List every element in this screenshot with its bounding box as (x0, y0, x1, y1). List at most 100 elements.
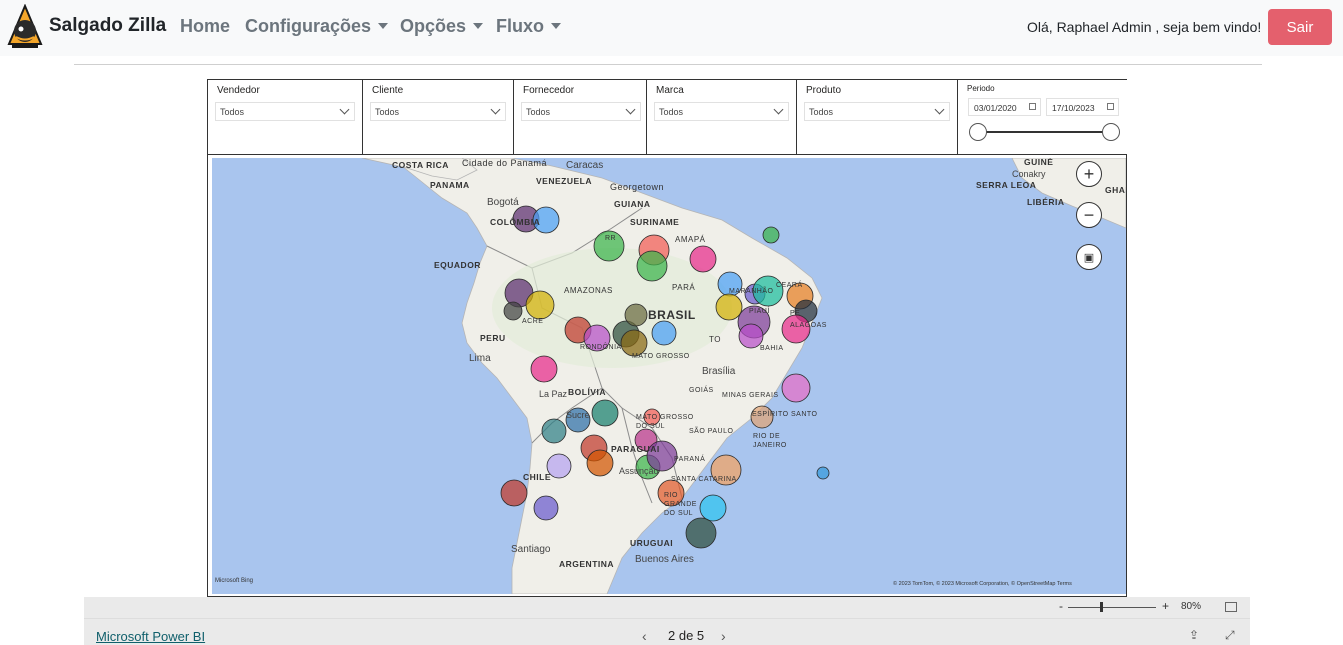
calendar-icon (1107, 103, 1114, 110)
marca-select[interactable]: Todos (654, 102, 789, 121)
chevron-down-icon (773, 104, 784, 115)
map-bubble-marker[interactable] (530, 355, 558, 383)
map-label: ARGENTINA (559, 559, 615, 569)
filter-title: Marca (656, 85, 684, 96)
map-bubble-marker[interactable] (715, 293, 743, 321)
map-attribution-bing: Microsoft Bing (215, 578, 254, 584)
nav-configuracoes-label: Configurações (245, 16, 372, 36)
zoom-level: 80% (1181, 601, 1202, 612)
filter-fornecedor: Fornecedor Todos (513, 79, 647, 155)
map-zoom-out-button[interactable]: − (1076, 202, 1102, 228)
welcome-greeting: Olá, Raphael Admin , seja bem vindo! (1027, 19, 1262, 35)
zoom-slider-thumb[interactable] (1100, 602, 1103, 612)
map-label: URUGUAI (630, 538, 674, 548)
zoom-out-button[interactable]: - (1059, 599, 1063, 613)
nav-fluxo-label: Fluxo (496, 16, 544, 36)
divider (74, 64, 1262, 65)
filter-title: Cliente (372, 85, 404, 96)
map-label: LIBÉRIA (1027, 197, 1065, 207)
produto-select[interactable]: Todos (804, 102, 950, 121)
filter-cliente: Cliente Todos (362, 79, 514, 155)
map-bubble-marker[interactable] (781, 314, 811, 344)
powerbi-link[interactable]: Microsoft Power BI (96, 629, 205, 644)
map-label: Assunção (619, 466, 659, 476)
calendar-icon (1029, 103, 1036, 110)
map-bubble-marker[interactable] (689, 245, 717, 273)
zoom-slider[interactable] (1068, 607, 1156, 608)
map-bubble-marker[interactable] (525, 290, 555, 320)
map-bubble-marker[interactable] (533, 495, 559, 521)
map-label: RR (605, 235, 617, 242)
end-date-input[interactable]: 17/10/2023 (1046, 98, 1119, 116)
map-label: MATO GROSSO (632, 353, 690, 360)
map-label: ALAGOAS (790, 322, 827, 329)
nav-home[interactable]: Home (180, 16, 230, 37)
map-label: GOIÁS (689, 387, 714, 394)
map-bubble-marker[interactable] (591, 399, 619, 427)
map-label: GUINÉ (1024, 158, 1054, 167)
map-label: PANAMA (430, 180, 470, 190)
nav-configuracoes[interactable]: Configurações (245, 16, 389, 37)
bubble-map[interactable]: COSTA RICA PANAMA Cidade do Panamá Carac… (212, 158, 1126, 594)
vendedor-select[interactable]: Todos (215, 102, 355, 121)
powerbi-zoom-bar: - + 80% (84, 597, 1250, 618)
fullscreen-icon[interactable]: ⤢ (1225, 628, 1235, 643)
map-label: BOLÍVIA (568, 387, 606, 397)
map-bubble-marker[interactable] (685, 517, 717, 549)
map-visual: COSTA RICA PANAMA Cidade do Panamá Carac… (207, 155, 1127, 597)
period-slider-end-handle[interactable] (1102, 123, 1120, 141)
map-bubble-marker[interactable] (503, 301, 523, 321)
map-bubble-marker[interactable] (586, 449, 614, 477)
select-value: Todos (220, 107, 245, 117)
next-page-icon[interactable]: › (721, 628, 726, 644)
logout-button[interactable]: Sair (1268, 9, 1332, 45)
previous-page-icon[interactable]: ‹ (642, 628, 647, 644)
brand-name[interactable]: Salgado Zilla (49, 15, 166, 37)
map-bubble-marker[interactable] (762, 226, 780, 244)
map-label: BAHIA (760, 345, 784, 352)
map-label: COSTA RICA (392, 160, 449, 170)
map-label: ACRE (522, 318, 544, 325)
map-bubble-marker[interactable] (781, 373, 811, 403)
period-slider-start-handle[interactable] (969, 123, 987, 141)
nav-opcoes[interactable]: Opções (400, 16, 484, 37)
zoom-in-button[interactable]: + (1162, 599, 1169, 613)
fit-to-page-icon[interactable] (1225, 602, 1237, 612)
map-label: SANTA CATARINA (671, 476, 737, 483)
start-date-input[interactable]: 03/01/2020 (968, 98, 1041, 116)
fornecedor-select[interactable]: Todos (521, 102, 641, 121)
filter-vendedor: Vendedor Todos (207, 79, 363, 155)
map-attribution-terms[interactable]: © 2023 TomTom, © 2023 Microsoft Corporat… (893, 581, 1072, 587)
map-bubble-marker[interactable] (651, 320, 677, 346)
brand-logo-icon[interactable] (7, 4, 43, 50)
map-label: PERU (480, 333, 506, 343)
map-bubble-marker[interactable] (816, 466, 830, 480)
map-bubble-marker[interactable] (500, 479, 528, 507)
map-label: RIO DE JANEIRO (753, 433, 787, 449)
map-label: Conakry (1012, 169, 1046, 179)
map-bubble-marker[interactable] (541, 418, 567, 444)
map-label: CHILE (523, 472, 551, 482)
cliente-select[interactable]: Todos (370, 102, 506, 121)
minus-icon: − (1083, 204, 1095, 225)
page-indicator: 2 de 5 (668, 628, 705, 643)
end-date-value: 17/10/2023 (1052, 103, 1095, 113)
map-select-button[interactable]: ▣ (1076, 244, 1102, 270)
share-icon[interactable]: ⇪ (1189, 628, 1199, 642)
map-label: AMAPÁ (675, 235, 706, 244)
plus-icon: + (1083, 163, 1095, 184)
nav-fluxo[interactable]: Fluxo (496, 16, 561, 37)
map-label: Cidade do Panamá (462, 158, 548, 168)
period-slider-track[interactable] (978, 131, 1111, 133)
map-bubble-marker[interactable] (624, 303, 648, 327)
map-bubble-marker[interactable] (636, 250, 668, 282)
map-label: MINAS GERAIS (722, 392, 779, 399)
map-label: ESPÍRITO SANTO (752, 411, 818, 418)
map-label: PE (790, 310, 801, 317)
map-label: BRASIL (648, 308, 696, 322)
map-zoom-in-button[interactable]: + (1076, 161, 1102, 187)
chevron-down-icon (339, 104, 350, 115)
map-label: La Paz (539, 389, 568, 399)
map-label: Bogotá (487, 197, 519, 208)
map-label: PARAGUAI (611, 444, 660, 454)
